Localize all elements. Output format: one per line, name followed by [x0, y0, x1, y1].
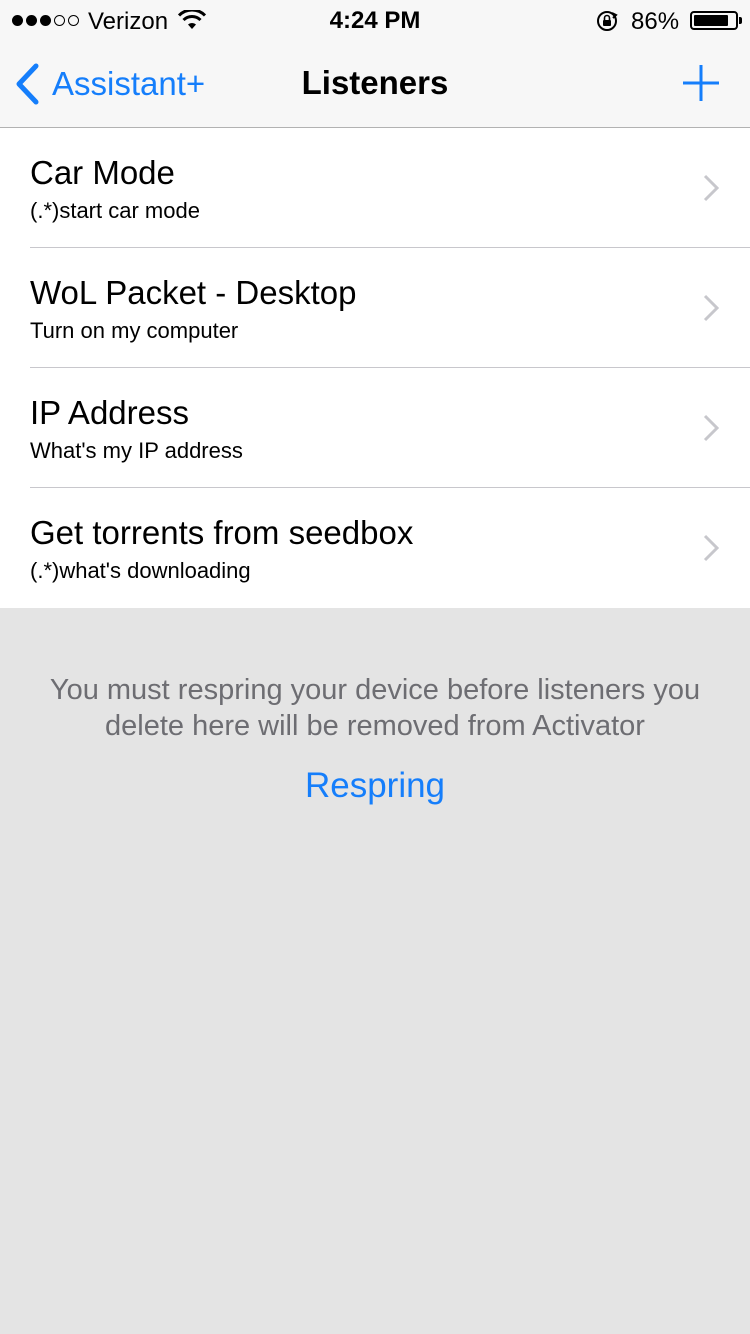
rotation-lock-icon: [597, 11, 618, 31]
respring-button[interactable]: Respring: [0, 766, 750, 806]
listener-row[interactable]: Get torrents from seedbox (.*)what's dow…: [0, 488, 750, 608]
navigation-bar: Assistant+ Listeners: [0, 40, 750, 128]
battery-fill: [694, 15, 729, 26]
listener-subtitle: (.*)what's downloading: [30, 558, 251, 583]
listeners-list: Car Mode (.*)start car mode WoL Packet -…: [0, 128, 750, 608]
listener-subtitle: Turn on my computer: [30, 318, 239, 343]
plus-icon[interactable]: [682, 64, 720, 102]
chevron-right-icon: [703, 174, 719, 202]
battery-percent: 86%: [631, 8, 680, 35]
listener-row[interactable]: WoL Packet - Desktop Turn on my computer: [0, 248, 750, 368]
listener-row[interactable]: IP Address What's my IP address: [0, 368, 750, 488]
page-title: Listeners: [301, 64, 449, 101]
listener-subtitle: What's my IP address: [30, 438, 243, 463]
chevron-right-icon: [703, 414, 719, 442]
listener-row[interactable]: Car Mode (.*)start car mode: [0, 128, 750, 248]
listener-title: Get torrents from seedbox: [30, 514, 414, 551]
status-bar: Verizon 4:24 PM 86%: [0, 0, 750, 40]
listener-title: WoL Packet - Desktop: [30, 274, 357, 311]
battery-icon: [690, 11, 742, 30]
respring-notice: You must respring your device before lis…: [0, 672, 750, 744]
listener-subtitle: (.*)start car mode: [30, 198, 200, 223]
respring-notice-line: You must respring your device before lis…: [49, 674, 701, 706]
chevron-right-icon: [703, 294, 719, 322]
top-bar: Verizon 4:24 PM 86% Assistant+ Listeners: [0, 0, 750, 128]
chevron-right-icon: [703, 534, 719, 562]
respring-notice-line: delete here will be removed from Activat…: [105, 710, 645, 742]
listener-title: Car Mode: [30, 154, 175, 191]
listener-title: IP Address: [30, 394, 189, 431]
